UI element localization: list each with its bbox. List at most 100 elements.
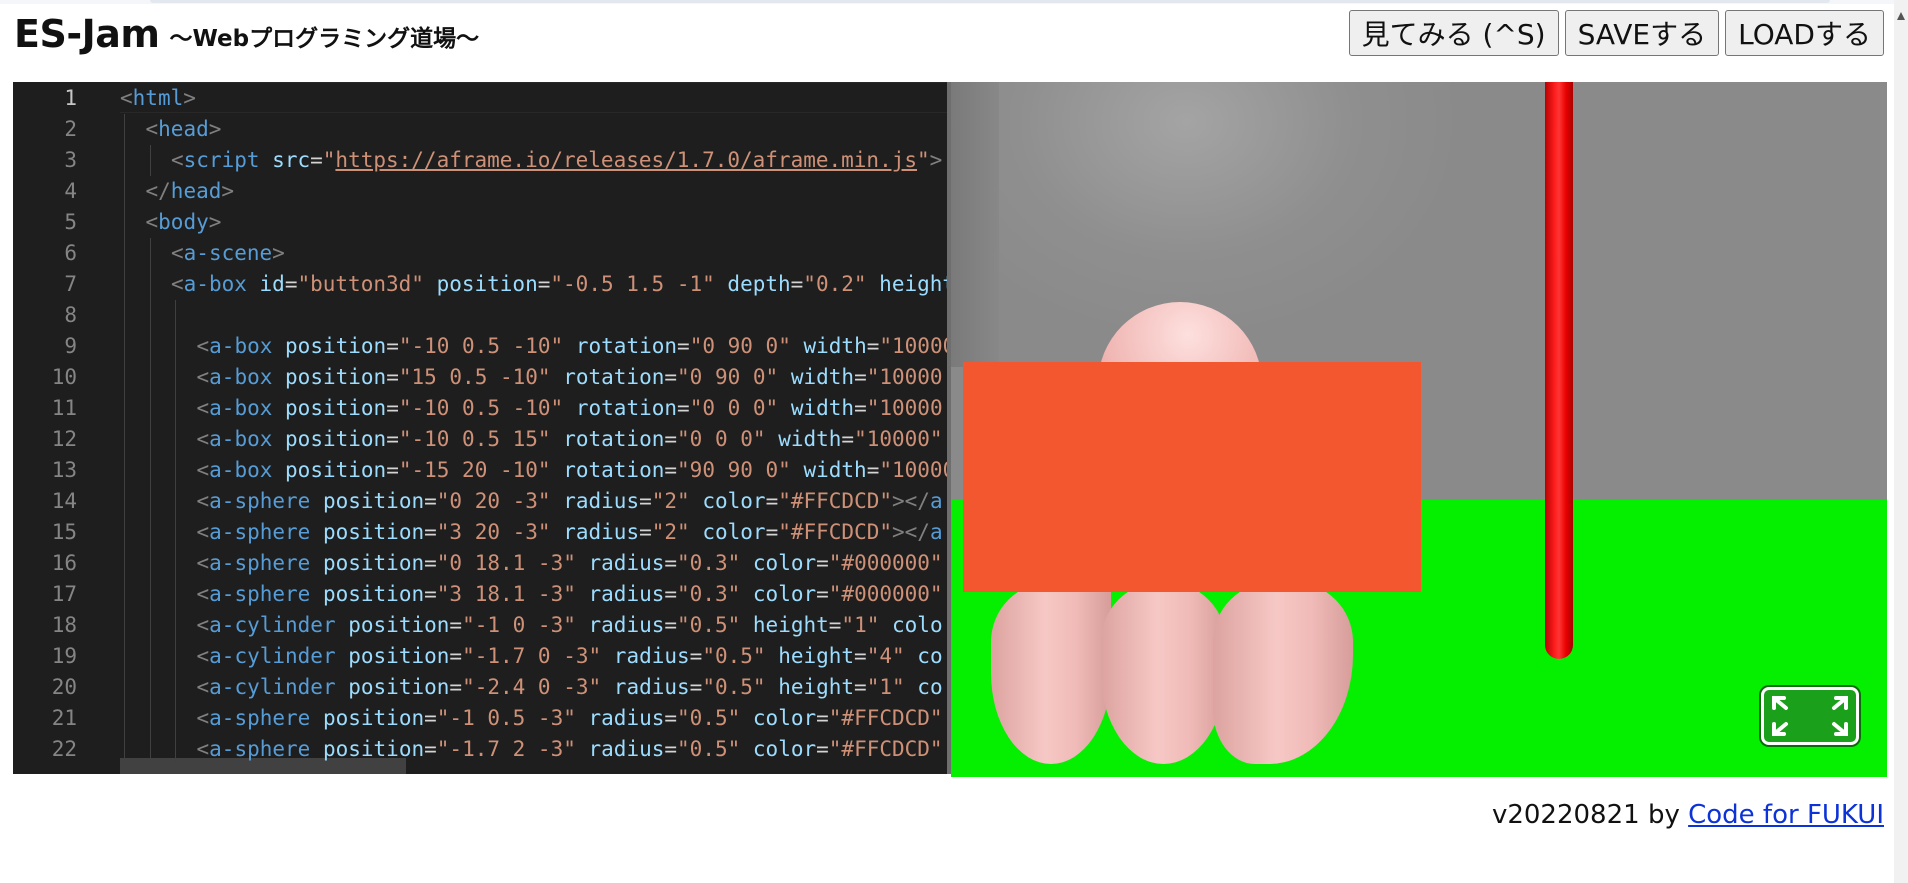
code-token: "0.5" [677, 737, 741, 761]
scroll-up-arrow-icon[interactable] [1897, 12, 1905, 20]
code-text: <a-box position="-10 0.5 -10" rotation="… [197, 393, 943, 424]
code-token: position [285, 427, 387, 451]
code-token: "3 18.1 -3" [436, 582, 576, 606]
scene-wall-edge [951, 82, 999, 367]
indent-guide [175, 517, 176, 548]
code-token: < [145, 210, 159, 234]
code-token: position [285, 334, 387, 358]
indent-guide [149, 517, 151, 548]
code-line[interactable]: 2 <head> [13, 114, 947, 145]
code-token: "0.5" [702, 644, 766, 668]
code-line[interactable]: 22 <a-sphere position="-1.7 2 -3" radius=… [13, 734, 947, 765]
line-number: 17 [51, 582, 77, 606]
code-token: a-scene [183, 241, 273, 265]
code-token: "0.5" [702, 675, 766, 699]
indent-guide [175, 455, 176, 486]
indent-guide [124, 393, 125, 424]
code-token: < [196, 396, 210, 420]
code-token: < [145, 117, 159, 141]
load-button[interactable]: LOADする [1725, 10, 1884, 56]
code-token: rotation [575, 334, 678, 358]
code-line[interactable]: 14 <a-sphere position="0 20 -3" radius="2… [13, 486, 947, 517]
code-line[interactable]: 15 <a-sphere position="3 20 -3" radius="2… [13, 517, 947, 548]
code-token: = [424, 489, 437, 513]
code-line[interactable]: 5 <body> [13, 207, 947, 238]
code-token: depth [727, 272, 791, 296]
code-line[interactable]: 4 </head> [13, 176, 947, 207]
code-token: position [285, 365, 387, 389]
aframe-viewport[interactable] [951, 82, 1887, 777]
code-token: = [664, 737, 678, 761]
code-line[interactable]: 18 <a-cylinder position="-1 0 -3" radius=… [13, 610, 947, 641]
code-line[interactable]: 3 <script src="https://aframe.io/releases… [13, 145, 947, 176]
code-line[interactable]: 13 <a-box position="-15 20 -10" rotation=… [13, 455, 947, 486]
indent-guide [124, 672, 125, 703]
code-for-fukui-link[interactable]: Code for FUKUI [1688, 800, 1884, 830]
code-line[interactable]: 6 <a-scene> [13, 238, 947, 269]
vr-mode-button[interactable] [1761, 687, 1859, 745]
page-scrollbar[interactable] [1894, 0, 1908, 883]
indent-guide [124, 517, 125, 548]
code-line[interactable]: 11 <a-box position="-10 0.5 -10" rotation… [13, 393, 947, 424]
code-line[interactable]: 17 <a-sphere position="3 18.1 -3" radius=… [13, 579, 947, 610]
preview-button[interactable]: 見てみる (^S) [1348, 10, 1559, 56]
code-token: = [449, 613, 463, 637]
code-token: = [854, 675, 867, 699]
code-token: position [322, 520, 425, 544]
code-text: <a-sphere position="-1 0.5 -3" radius="0… [197, 703, 943, 734]
line-number: 6 [64, 241, 77, 265]
line-number: 13 [51, 458, 77, 482]
toolbar: 見てみる (^S) SAVEする LOADする [1348, 10, 1884, 56]
line-number: 4 [64, 179, 77, 203]
code-token: height [778, 644, 855, 668]
code-token: < [171, 272, 184, 296]
indent-guide [175, 393, 176, 424]
code-token: = [664, 551, 678, 575]
line-number: 9 [64, 334, 77, 358]
indent-guide [149, 238, 151, 269]
code-line[interactable]: 8 [13, 300, 947, 331]
indent-guide [124, 362, 125, 393]
code-token: "0.5" [677, 706, 741, 730]
code-token: = [816, 551, 829, 575]
code-token: = [854, 396, 867, 420]
code-token[interactable]: https://aframe.io/releases/1.7.0/aframe.… [335, 148, 917, 172]
code-token: "-10 0.5 -10" [398, 334, 564, 358]
code-text: <a-cylinder position="-2.4 0 -3" radius=… [197, 672, 943, 703]
save-button[interactable]: SAVEする [1564, 10, 1720, 56]
code-text: <head> [146, 114, 222, 145]
code-token: position [348, 644, 450, 668]
code-token: = [664, 427, 678, 451]
code-line[interactable]: 19 <a-cylinder position="-1.7 0 -3" radiu… [13, 641, 947, 672]
code-line[interactable]: 9 <a-box position="-10 0.5 -10" rotation=… [13, 331, 947, 362]
code-line[interactable]: 21 <a-sphere position="-1 0.5 -3" radius=… [13, 703, 947, 734]
code-editor[interactable]: 1 <html> 2 <head> 3 <script src="https://afra… [13, 82, 947, 774]
code-line[interactable]: 20 <a-cylinder position="-2.4 0 -3" radiu… [13, 672, 947, 703]
code-token: = [664, 706, 678, 730]
code-line[interactable]: 10 <a-box position="15 0.5 -10" rotation=… [13, 362, 947, 393]
line-number: 3 [64, 148, 77, 172]
line-number: 1 [64, 86, 77, 110]
code-line[interactable]: 16 <a-sphere position="0 18.1 -3" radius=… [13, 548, 947, 579]
code-token: rotation [563, 458, 665, 482]
code-token: position [322, 582, 425, 606]
code-token: = [816, 582, 829, 606]
code-token: a-box [183, 272, 247, 296]
button3d-box[interactable] [963, 362, 1421, 592]
code-token: "0 20 -3" [436, 489, 551, 513]
code-token: "15 0.5 -10" [398, 365, 551, 389]
code-line[interactable]: 7 <a-box id="button3d" position="-0.5 1.5… [13, 269, 947, 300]
code-token: = [664, 458, 678, 482]
app-title: ES-Jam [14, 12, 160, 56]
code-token: "10000 [866, 365, 943, 389]
code-token: > [208, 117, 222, 141]
code-token: = [664, 582, 678, 606]
code-text: <a-box position="-10 0.5 -10" rotation="… [197, 331, 948, 362]
browser-top-strip [0, 0, 1908, 4]
code-line[interactable]: 12 <a-box position="-10 0.5 15" rotation=… [13, 424, 947, 455]
code-line[interactable]: 1 <html> [13, 83, 947, 114]
